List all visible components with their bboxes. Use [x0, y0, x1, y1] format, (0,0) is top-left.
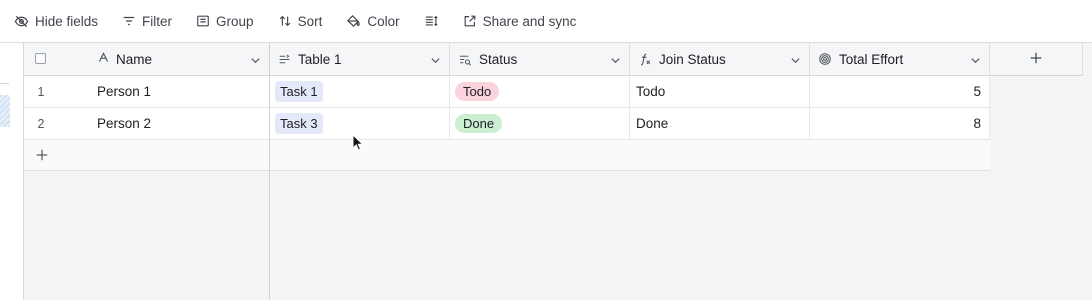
share-and-sync-button[interactable]: Share and sync — [463, 13, 577, 29]
group-button[interactable]: Group — [196, 14, 254, 29]
cell-name[interactable]: Person 2 — [97, 108, 270, 139]
cell-join-status[interactable]: Todo — [630, 76, 810, 107]
add-field-button[interactable] — [990, 43, 1083, 75]
column-header-total-effort[interactable]: Total Effort — [810, 43, 990, 75]
formula-field-icon — [638, 52, 652, 66]
sort-label: Sort — [297, 13, 323, 29]
column-status-label: Status — [479, 51, 518, 67]
chevron-down-icon[interactable] — [430, 54, 441, 69]
filter-label: Filter — [142, 13, 173, 29]
plus-icon[interactable] — [35, 148, 49, 167]
status-badge: Done — [455, 114, 503, 133]
rollup-field-icon — [818, 52, 832, 66]
cell-total-effort[interactable]: 8 — [810, 108, 990, 139]
chevron-down-icon[interactable] — [610, 54, 621, 69]
eye-slash-icon — [14, 14, 29, 29]
linked-record-chip[interactable]: Task 3 — [275, 113, 323, 134]
cell-name[interactable]: Person 1 — [97, 76, 270, 107]
row-number: 1 — [37, 84, 45, 99]
sidebar-divider — [0, 83, 9, 84]
column-header-name[interactable]: Name — [97, 43, 152, 75]
column-name-label: Name — [116, 51, 153, 67]
sort-icon — [278, 14, 292, 28]
column-header-table1[interactable]: Table 1 — [270, 43, 450, 75]
row-number: 2 — [37, 116, 45, 131]
add-record-row[interactable] — [24, 140, 990, 171]
column-total-effort-label: Total Effort — [839, 51, 904, 67]
total-effort-value: 5 — [973, 84, 981, 99]
name-value: Person 1 — [97, 84, 152, 99]
total-effort-value: 8 — [973, 116, 981, 131]
header-primary: Name — [24, 43, 270, 75]
table-row[interactable]: 2 Person 2 Task 3 Done Done 8 — [24, 108, 990, 140]
row-height-button[interactable] — [424, 14, 439, 28]
share-icon — [463, 14, 477, 28]
group-label: Group — [216, 13, 254, 29]
link-field-icon — [278, 53, 291, 66]
column-header-join-status[interactable]: Join Status — [630, 43, 810, 75]
chevron-down-icon[interactable] — [970, 54, 981, 69]
sort-button[interactable]: Sort — [278, 13, 323, 29]
share-label: Share and sync — [482, 13, 577, 29]
column-header-status[interactable]: Status — [450, 43, 630, 75]
primary-column-border — [269, 43, 270, 300]
name-value: Person 2 — [97, 116, 152, 131]
cell-status[interactable]: Done — [450, 108, 630, 139]
sidebar-selection-marker — [0, 95, 10, 127]
view-toolbar: Hide fields Filter Group Sort Color Shar… — [0, 0, 1092, 43]
column-table1-label: Table 1 — [298, 51, 342, 67]
join-status-value: Todo — [636, 84, 666, 99]
status-badge: Todo — [455, 82, 500, 101]
group-icon — [196, 14, 210, 28]
filter-icon — [122, 14, 136, 28]
linked-record-chip[interactable]: Task 1 — [275, 81, 323, 102]
grid-header: Name Table 1 Status Join Status Total Ef… — [24, 43, 1083, 76]
text-field-icon — [97, 51, 110, 67]
cell-table1[interactable]: Task 1 — [270, 76, 450, 107]
filter-button[interactable]: Filter — [122, 14, 172, 29]
table-row[interactable]: 1 Person 1 Task 1 Todo Todo 5 — [24, 76, 990, 108]
color-label: Color — [367, 13, 400, 29]
row-height-icon — [424, 14, 439, 28]
column-join-status-label: Join Status — [659, 51, 726, 67]
hide-fields-label: Hide fields — [35, 13, 99, 29]
lookup-field-icon — [458, 53, 472, 66]
plus-icon — [1029, 51, 1043, 68]
cell-join-status[interactable]: Done — [630, 108, 810, 139]
color-button[interactable]: Color — [346, 13, 400, 29]
paint-bucket-icon — [346, 14, 361, 29]
chevron-down-icon[interactable] — [790, 54, 801, 69]
mouse-cursor-icon — [352, 133, 364, 157]
primary-column-empty-area — [24, 171, 270, 300]
select-all-checkbox[interactable] — [35, 53, 46, 64]
join-status-value: Done — [636, 116, 669, 131]
chevron-down-icon[interactable] — [250, 54, 261, 69]
sidebar-edge — [0, 43, 24, 300]
hide-fields-button[interactable]: Hide fields — [14, 14, 98, 29]
cell-total-effort[interactable]: 5 — [810, 76, 990, 107]
cell-status[interactable]: Todo — [450, 76, 630, 107]
